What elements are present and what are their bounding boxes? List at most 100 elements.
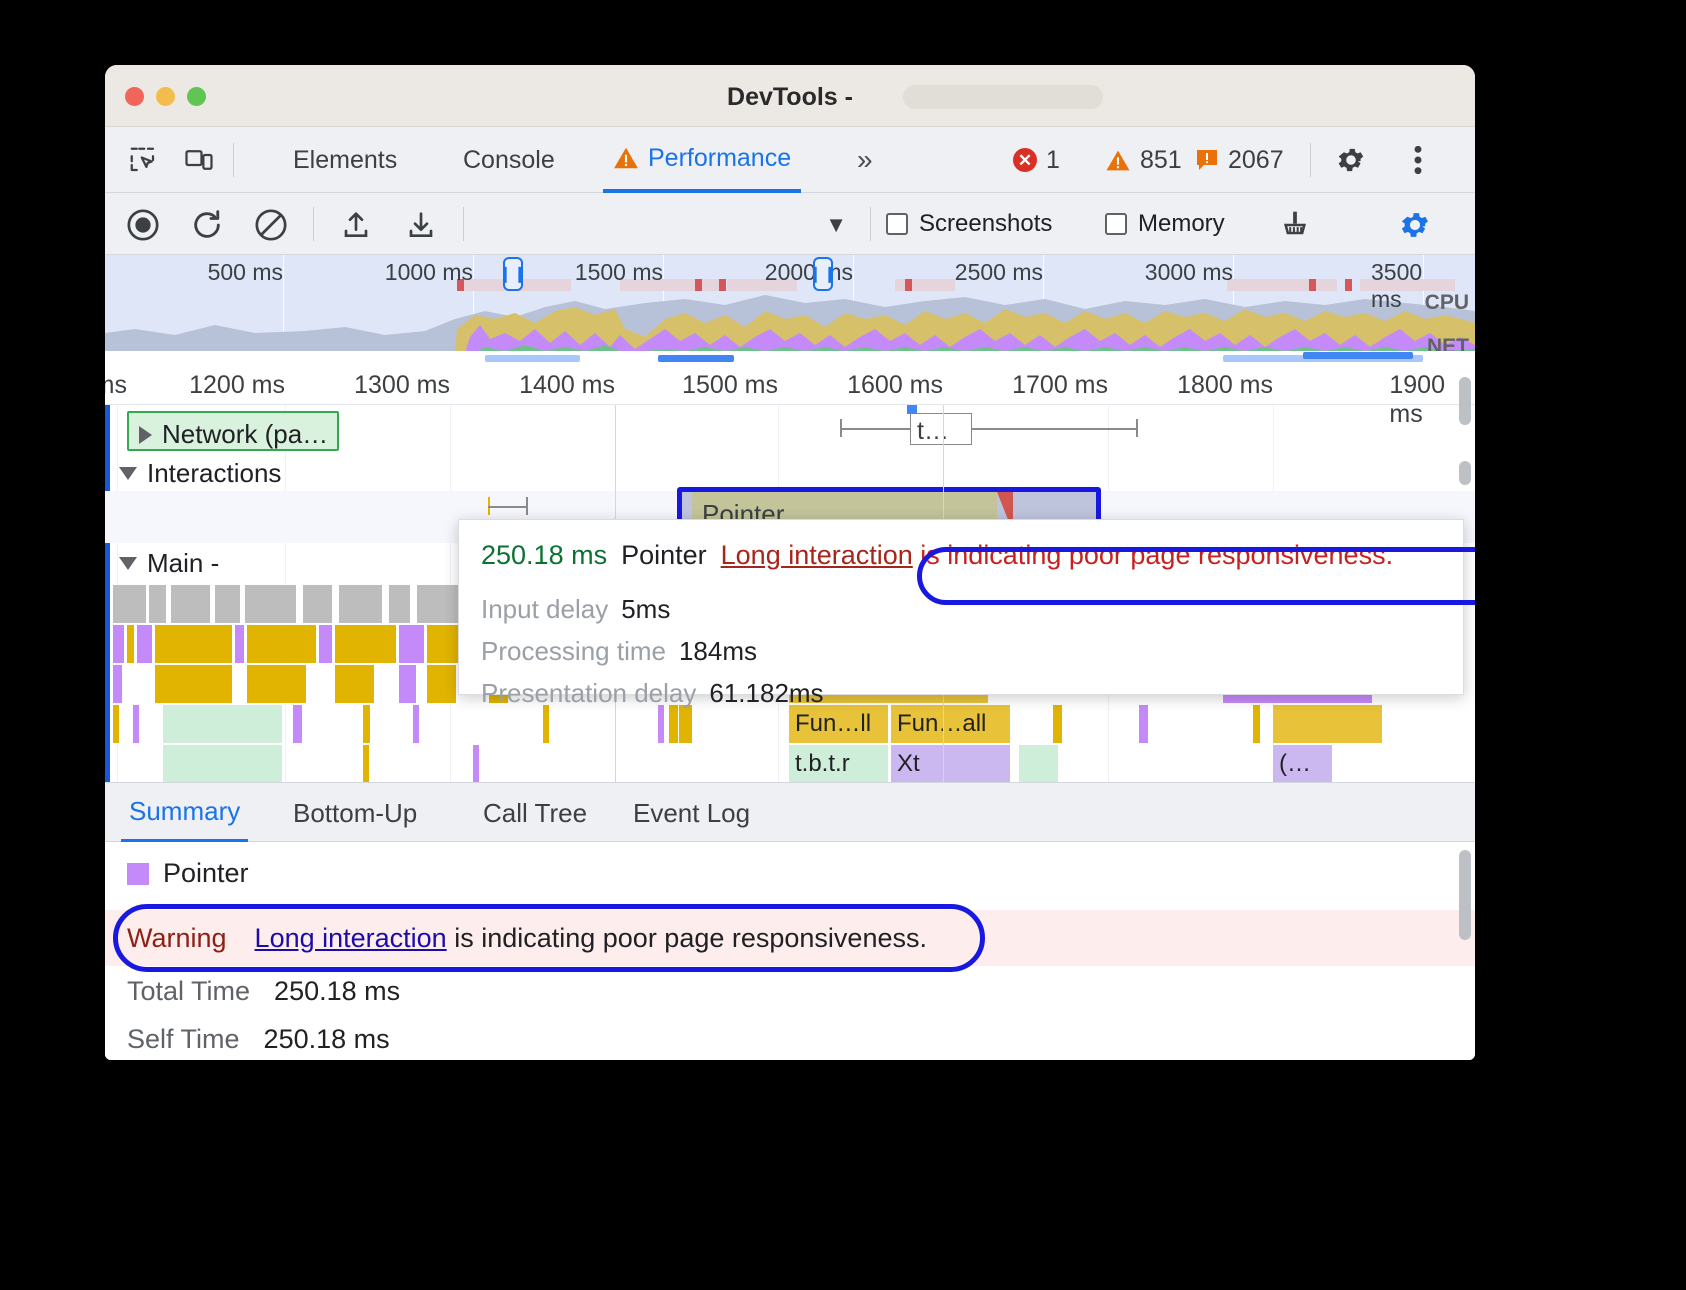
flame-block[interactable]: Fun…ll xyxy=(789,705,889,743)
tooltip-row-processing-time: Processing time 184ms xyxy=(481,636,757,667)
flame-block[interactable] xyxy=(1139,705,1149,743)
tooltip-warning-rest: is indicating poor page responsiveness. xyxy=(913,540,1393,570)
save-profile-icon[interactable] xyxy=(400,205,442,245)
flame-block[interactable]: Fun…all xyxy=(891,705,1011,743)
interaction-small-line xyxy=(488,506,528,508)
summary-warning-link[interactable]: Long interaction xyxy=(255,923,447,953)
track-network[interactable]: Network (pa… t… xyxy=(105,411,1475,457)
flame-block[interactable] xyxy=(389,585,411,623)
flame-block[interactable] xyxy=(215,585,241,623)
memory-checkbox[interactable]: Memory xyxy=(1105,207,1225,241)
overview-tick: 500 ms xyxy=(208,259,283,286)
error-counter[interactable]: ✕ 1 xyxy=(1013,127,1060,193)
overview-selection-handle-right[interactable]: ❙❙ xyxy=(813,257,833,291)
flame-block[interactable] xyxy=(303,585,333,623)
flame-block[interactable] xyxy=(235,625,245,663)
memory-checkbox-box xyxy=(1105,213,1127,235)
flame-block[interactable] xyxy=(399,625,425,663)
flame-block[interactable] xyxy=(127,625,135,663)
history-dropdown[interactable]: ▼ xyxy=(475,207,855,243)
tab-event-log[interactable]: Event Log xyxy=(625,783,758,843)
details-tabbar: Summary Bottom-Up Call Tree Event Log xyxy=(105,782,1475,842)
timeline-overview[interactable]: 500 ms 1000 ms 1500 ms 2000 ms 2500 ms 3… xyxy=(105,255,1475,365)
flame-block[interactable] xyxy=(1019,745,1059,782)
flame-block[interactable] xyxy=(1273,705,1383,743)
flame-block[interactable] xyxy=(137,625,153,663)
interactions-track-title[interactable]: Interactions xyxy=(119,458,281,489)
flame-block[interactable] xyxy=(363,705,371,743)
tab-console[interactable]: Console xyxy=(453,127,565,193)
flame-block[interactable] xyxy=(1253,705,1261,743)
flame-block[interactable] xyxy=(335,665,375,703)
flame-block[interactable] xyxy=(399,665,417,703)
tab-summary-label: Summary xyxy=(129,796,240,827)
flame-block[interactable] xyxy=(171,585,211,623)
flame-block[interactable] xyxy=(335,625,397,663)
warning-count-value: 851 xyxy=(1140,146,1182,175)
flame-block[interactable]: Xt xyxy=(891,745,1011,782)
flame-block[interactable] xyxy=(247,665,307,703)
flame-block[interactable] xyxy=(1053,705,1063,743)
flame-block[interactable] xyxy=(293,705,303,743)
flame-block[interactable] xyxy=(319,625,333,663)
info-counter[interactable]: 2067 xyxy=(1195,127,1284,193)
warning-counter[interactable]: 851 xyxy=(1105,127,1182,193)
inspect-element-icon[interactable] xyxy=(123,144,163,176)
overview-selection-handle-left[interactable]: ❙❙ xyxy=(503,257,523,291)
tab-call-tree[interactable]: Call Tree xyxy=(475,783,595,843)
flame-block[interactable] xyxy=(413,705,420,743)
gear-icon[interactable] xyxy=(1333,144,1369,176)
timeline-tick: 1300 ms xyxy=(354,371,450,400)
device-toolbar-icon[interactable] xyxy=(179,144,219,176)
flame-block[interactable] xyxy=(113,585,147,623)
flame-block[interactable] xyxy=(113,625,125,663)
event-color-swatch xyxy=(127,863,149,885)
tab-call-tree-label: Call Tree xyxy=(483,798,587,829)
flame-block[interactable]: (… xyxy=(1273,745,1333,782)
flame-block[interactable] xyxy=(155,625,233,663)
flame-block[interactable] xyxy=(149,585,167,623)
collect-garbage-icon[interactable] xyxy=(1275,205,1315,245)
flame-block[interactable] xyxy=(473,745,480,782)
flame-block[interactable] xyxy=(658,705,665,743)
tab-elements[interactable]: Elements xyxy=(283,127,407,193)
summary-warning-message: Long interaction is indicating poor page… xyxy=(255,923,927,954)
flame-block[interactable] xyxy=(543,705,550,743)
network-track-title[interactable]: Network (pa… xyxy=(139,419,328,450)
flame-block[interactable] xyxy=(113,705,120,743)
flame-block[interactable] xyxy=(363,745,370,782)
tooltip-input-delay-key: Input delay xyxy=(481,594,608,625)
flame-block[interactable] xyxy=(427,665,457,703)
tooltip-warning-link[interactable]: Long interaction xyxy=(721,540,913,570)
main-track-title[interactable]: Main - xyxy=(119,548,219,579)
flame-block[interactable] xyxy=(339,585,383,623)
more-options-icon[interactable] xyxy=(1403,144,1433,176)
tab-bottom-up[interactable]: Bottom-Up xyxy=(285,783,425,843)
flamechart-scrollbar-thumb-2[interactable] xyxy=(1459,461,1471,485)
flame-block[interactable] xyxy=(669,705,679,743)
flame-block[interactable] xyxy=(155,665,233,703)
flame-block[interactable] xyxy=(679,705,693,743)
chevron-down-icon xyxy=(119,467,137,480)
more-tabs-button[interactable]: » xyxy=(847,127,883,193)
capture-settings-gear-icon[interactable] xyxy=(1395,205,1435,245)
clear-button[interactable] xyxy=(250,205,292,245)
summary-scrollbar-thumb[interactable] xyxy=(1459,850,1471,940)
flame-block[interactable] xyxy=(245,585,297,623)
flame-block[interactable] xyxy=(113,665,123,703)
network-track-label: Network (pa… xyxy=(162,419,328,450)
tooltip-header: 250.18 ms Pointer Long interaction is in… xyxy=(481,540,1393,571)
reload-and-record-button[interactable] xyxy=(186,205,228,245)
flame-block[interactable] xyxy=(163,745,283,782)
record-button[interactable] xyxy=(122,205,164,245)
flame-block[interactable] xyxy=(163,705,283,743)
summary-self-time-value: 250.18 ms xyxy=(264,1024,390,1055)
flamechart-scrollbar-thumb[interactable] xyxy=(1459,377,1471,425)
tab-performance[interactable]: Performance xyxy=(603,127,801,193)
load-profile-icon[interactable] xyxy=(335,205,377,245)
flame-block[interactable] xyxy=(247,625,317,663)
flame-block[interactable] xyxy=(133,705,140,743)
screenshots-checkbox[interactable]: Screenshots xyxy=(886,207,1052,241)
tab-summary[interactable]: Summary xyxy=(121,783,248,843)
flame-block[interactable]: t.b.t.r xyxy=(789,745,889,782)
